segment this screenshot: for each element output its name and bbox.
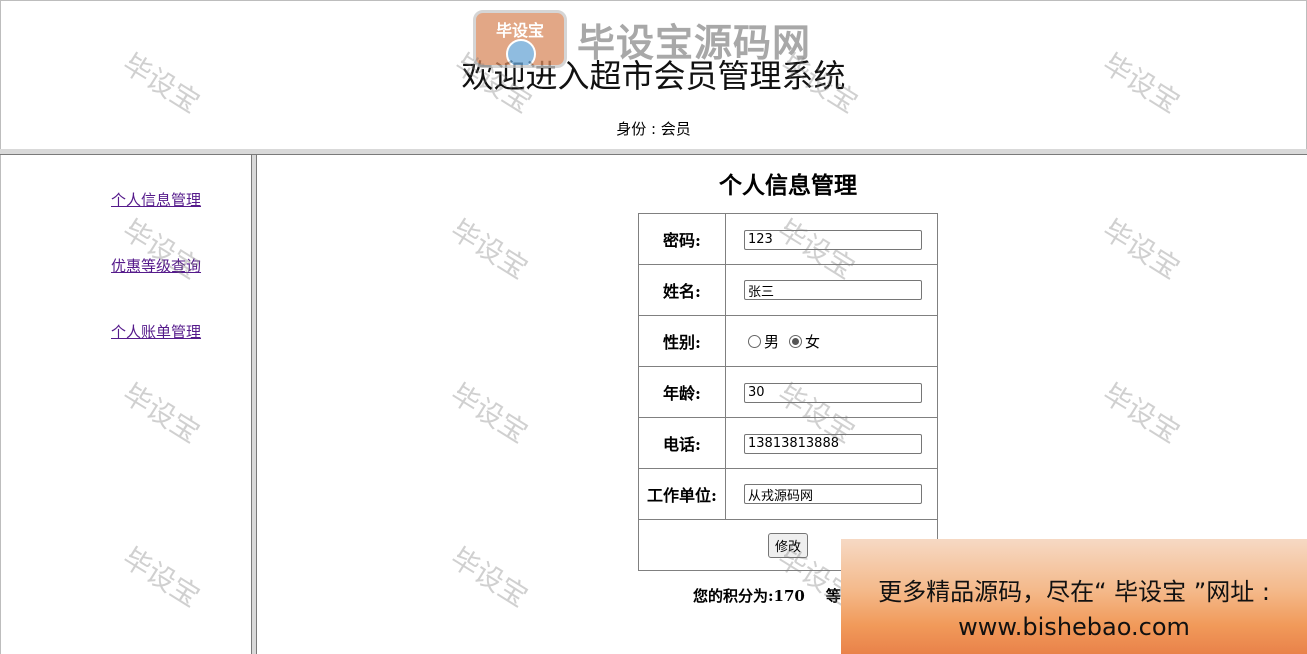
modify-button[interactable]: 修改 [767,532,808,558]
phone-label: 电话: [638,417,726,469]
gender-radio-group: 男 女 [744,331,936,352]
sidebar-item-bill-management[interactable]: 个人账单管理 [111,321,201,342]
frame-resize-handle[interactable] [251,155,257,654]
form-row-age: 年龄: [638,366,938,418]
gender-radio-female[interactable] [789,334,803,348]
gender-option-male: 男 [764,332,780,351]
form-row-workplace: 工作单位: [638,468,938,520]
form-row-phone: 电话: [638,417,938,469]
password-field[interactable] [744,229,922,250]
age-label: 年龄: [638,366,726,418]
ad-banner-tagline: 更多精品源码，尽在“ 毕设宝 ”网址 : [878,578,1270,606]
workplace-label: 工作单位: [638,468,726,520]
gender-label: 性别: [638,315,726,367]
ad-banner[interactable]: 更多精品源码，尽在“ 毕设宝 ”网址 : www.bishebao.com [841,539,1307,654]
points-summary: 您的积分为:170 等级 [693,587,856,605]
ad-banner-url: www.bishebao.com [958,613,1190,641]
role-label: 身份 : 会员 [616,120,691,138]
personal-info-form: 密码: 姓名: 性别: 男 女 年龄: [638,213,938,571]
phone-field[interactable] [744,433,922,454]
age-field[interactable] [744,382,922,403]
name-field[interactable] [744,280,922,300]
gender-option-female: 女 [805,332,821,351]
page-title: 欢迎进入超市会员管理系统 [461,57,846,95]
sidebar-item-discount-level[interactable]: 优惠等级查询 [111,255,201,276]
header-frame: 欢迎进入超市会员管理系统 身份 : 会员 [0,0,1307,151]
form-row-password: 密码: [638,213,938,265]
section-title: 个人信息管理 [719,173,857,199]
sidebar-item-personal-info[interactable]: 个人信息管理 [111,189,201,210]
name-label: 姓名: [638,264,726,316]
workplace-field[interactable] [744,484,922,504]
form-row-gender: 性别: 男 女 [638,315,938,367]
form-row-name: 姓名: [638,264,938,316]
password-label: 密码: [638,213,726,265]
gender-radio-male[interactable] [748,334,761,348]
sidebar: 个人信息管理 优惠等级查询 个人账单管理 [0,155,251,654]
